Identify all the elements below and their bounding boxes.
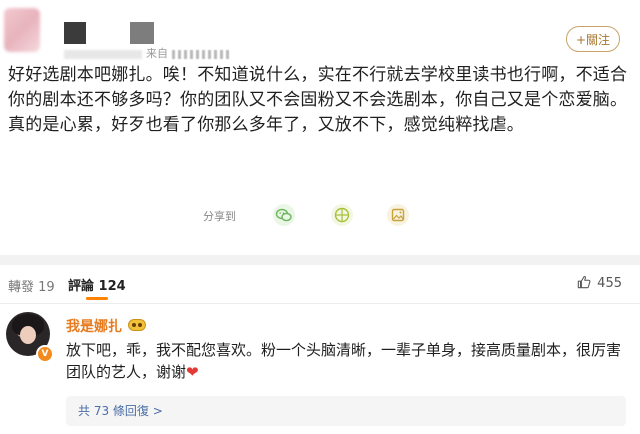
view-replies-link[interactable]: 共 73 條回復 > — [66, 396, 626, 426]
share-label: 分享到 — [203, 210, 236, 223]
tab-comments[interactable]: 評論 124 — [68, 275, 126, 294]
likes-label: 455 — [597, 276, 622, 291]
likes-count[interactable]: 455 — [577, 275, 622, 291]
image-share-icon[interactable] — [386, 203, 410, 227]
tab-reposts[interactable]: 轉發 19 — [8, 276, 55, 295]
poster-name-mosaic — [64, 22, 86, 44]
poster-name-mosaic — [130, 22, 154, 44]
poster-avatar[interactable] — [4, 8, 40, 52]
comment-tabs-bar: 轉發 19 評論 124 455 — [0, 265, 640, 304]
share-row: 分享到 — [0, 203, 640, 229]
commenter-name[interactable]: 我是娜扎 — [66, 316, 122, 336]
section-divider — [0, 255, 640, 265]
verified-badge: V — [36, 345, 54, 363]
post-source-label: 来自 — [146, 47, 168, 60]
follow-button[interactable]: +關注 — [566, 26, 620, 52]
post-source-blurred — [172, 49, 232, 59]
thumbs-up-icon — [577, 276, 591, 289]
comment-text: 放下吧，乖，我不配您喜欢。粉一个头脑清晰，一辈子单身，接高质量剧本，很厉害团队的… — [66, 339, 626, 383]
member-badge-icon — [128, 319, 146, 331]
post-card: 来自 +關注 好好选剧本吧娜扎。唉！不知道说什么，实在不行就去学校里读书也行啊，… — [0, 0, 640, 255]
active-tab-indicator — [86, 297, 108, 300]
post-meta: 来自 — [64, 47, 234, 61]
moments-icon[interactable] — [330, 203, 354, 227]
post-text: 好好选剧本吧娜扎。唉！不知道说什么，实在不行就去学校里读书也行啊，不适合你的剧本… — [8, 65, 628, 135]
post-time-blurred — [64, 49, 142, 59]
heart-icon: ❤ — [186, 363, 199, 381]
comment-body: 放下吧，乖，我不配您喜欢。粉一个头脑清晰，一辈子单身，接高质量剧本，很厉害团队的… — [66, 341, 622, 381]
wechat-icon[interactable] — [272, 203, 296, 227]
